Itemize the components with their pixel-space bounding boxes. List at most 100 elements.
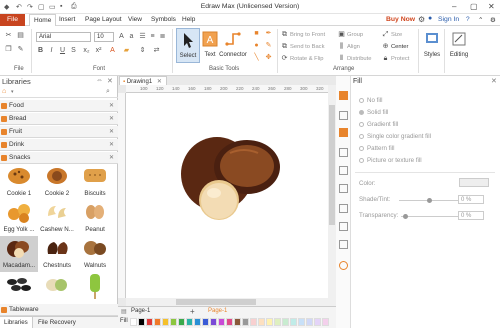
grow-font-icon[interactable]: A xyxy=(117,33,126,41)
fill-option-no-fill[interactable]: No fill xyxy=(359,97,382,104)
bring-to-front-button[interactable]: Bring to Front xyxy=(290,32,325,38)
category-food[interactable]: Food ✕ xyxy=(0,100,118,112)
fill-option-single-color-gradient[interactable]: Single color gradient fill xyxy=(359,133,431,140)
connector-button[interactable]: Connector xyxy=(218,28,248,63)
fill-option-picture-texture[interactable]: Picture or texture fill xyxy=(359,157,422,164)
color-swatch[interactable] xyxy=(162,318,169,326)
align-button[interactable]: Align xyxy=(347,44,360,50)
data-panel-icon[interactable] xyxy=(339,222,348,231)
close-category-icon[interactable]: ✕ xyxy=(109,141,114,148)
color-swatch[interactable] xyxy=(298,318,305,326)
editing-button[interactable]: Editing xyxy=(446,28,472,63)
panel-close-icon[interactable]: ✕ xyxy=(491,77,497,85)
color-swatch[interactable] xyxy=(274,318,281,326)
size-icon[interactable]: ⤢ xyxy=(381,31,390,39)
color-swatch[interactable] xyxy=(282,318,289,326)
color-swatch[interactable] xyxy=(194,318,201,326)
format-painter-icon[interactable]: ✎ xyxy=(16,46,25,54)
library-home-icon[interactable]: ⌂ xyxy=(2,88,6,95)
navigation-panel-icon[interactable] xyxy=(339,204,348,213)
panel-close-icon[interactable]: ✕ xyxy=(107,77,113,85)
pen-tool-icon[interactable]: ✒ xyxy=(264,30,273,38)
numbering-icon[interactable]: ≡ xyxy=(148,33,157,41)
center-icon[interactable]: ⊕ xyxy=(381,43,390,51)
bring-to-front-icon[interactable]: ⧉ xyxy=(280,31,289,39)
shape-popsicle[interactable] xyxy=(76,272,114,308)
move-icon[interactable]: ✥ xyxy=(264,54,273,62)
macadamia-drawing[interactable] xyxy=(126,93,328,298)
close-category-icon[interactable]: ✕ xyxy=(109,154,114,161)
bullets-icon[interactable]: ☰ xyxy=(138,33,147,41)
line-panel-icon[interactable] xyxy=(339,111,348,120)
category-fruit[interactable]: Fruit ✕ xyxy=(0,126,118,138)
shadow-panel-icon[interactable] xyxy=(339,128,348,137)
menu-home[interactable]: Home xyxy=(29,14,57,26)
menu-help[interactable]: Help xyxy=(182,16,195,23)
font-size-select[interactable]: 10 xyxy=(94,32,114,42)
highlight-icon[interactable]: ▰ xyxy=(122,47,131,55)
shape-cookie-1[interactable]: Cookie 1 xyxy=(0,164,38,200)
align-icon[interactable]: ⫼ xyxy=(337,43,346,51)
color-swatch[interactable] xyxy=(218,318,225,326)
shape-egg-yolk[interactable]: Egg Yolk ... xyxy=(0,200,38,236)
color-swatches[interactable] xyxy=(130,318,334,326)
help-icon[interactable]: ? xyxy=(466,16,470,23)
close-category-icon[interactable]: ✕ xyxy=(109,115,114,122)
minimize-icon[interactable]: – xyxy=(452,2,456,11)
protect-icon[interactable]: 🔒︎ xyxy=(381,55,390,63)
pencil-tool-icon[interactable]: ✎ xyxy=(264,42,273,50)
cut-icon[interactable]: ✂ xyxy=(4,32,13,40)
sign-in-link[interactable]: Sign In xyxy=(438,16,459,23)
transparency-knob[interactable] xyxy=(403,214,408,219)
fill-panel-icon[interactable] xyxy=(339,91,348,100)
menu-symbols[interactable]: Symbols xyxy=(151,16,176,23)
size-button[interactable]: Size xyxy=(391,32,402,38)
cart-icon[interactable]: ⚙ xyxy=(418,15,425,24)
add-page-icon[interactable]: + xyxy=(190,307,195,316)
strikethrough-icon[interactable]: S xyxy=(69,47,78,55)
buy-now-link[interactable]: Buy Now xyxy=(386,16,415,23)
menu-view[interactable]: View xyxy=(128,16,142,23)
page-nav-icon[interactable]: ▤ xyxy=(121,308,127,315)
color-swatch[interactable] xyxy=(250,318,257,326)
superscript-icon[interactable]: x² xyxy=(94,47,103,55)
color-swatch[interactable] xyxy=(210,318,217,326)
menu-page-layout[interactable]: Page Layout xyxy=(85,16,122,23)
shade-tint-knob[interactable] xyxy=(427,198,432,203)
help-panel-icon[interactable] xyxy=(339,261,348,270)
close-category-icon[interactable]: ✕ xyxy=(109,128,114,135)
close-category-icon[interactable]: ✕ xyxy=(109,102,114,109)
dropdown-icon[interactable]: ▾ xyxy=(11,89,14,95)
distribute-icon[interactable]: ⫴ xyxy=(337,55,346,63)
circle-shape-icon[interactable]: ● xyxy=(252,42,261,50)
text-color-icon[interactable]: A xyxy=(108,47,117,55)
rectangle-shape-icon[interactable]: ■ xyxy=(252,30,261,38)
fill-option-pattern-fill[interactable]: Pattern fill xyxy=(359,145,395,152)
category-drink[interactable]: Drink ✕ xyxy=(0,139,118,151)
shape-cashew-nut[interactable]: Cashew N... xyxy=(38,200,76,236)
select-button[interactable]: Select xyxy=(176,28,200,63)
group-button[interactable]: Group xyxy=(347,32,363,38)
comment-panel-icon[interactable] xyxy=(339,240,348,249)
horizontal-scrollbar[interactable] xyxy=(126,298,328,306)
page-tab[interactable]: Page-1 xyxy=(131,308,150,314)
layer-panel-icon[interactable] xyxy=(339,184,348,193)
subscript-icon[interactable]: x₂ xyxy=(82,47,91,55)
shape-biscuits[interactable]: Biscuits xyxy=(76,164,114,200)
text-direction-icon[interactable]: ⇄ xyxy=(152,47,161,55)
color-swatch[interactable] xyxy=(290,318,297,326)
shape-peanut[interactable]: Peanut xyxy=(76,200,114,236)
rotate-flip-button[interactable]: Rotate & Flip xyxy=(290,56,324,62)
scroll-thumb[interactable] xyxy=(176,299,256,305)
distribute-button[interactable]: Distribute xyxy=(347,56,371,62)
color-swatch[interactable] xyxy=(258,318,265,326)
send-to-back-icon[interactable]: ⧉ xyxy=(280,43,289,51)
line-spacing-icon[interactable]: ⇕ xyxy=(138,47,147,55)
menu-file[interactable]: File xyxy=(0,14,25,26)
color-swatch[interactable] xyxy=(322,318,329,326)
transparency-value[interactable]: 0 % xyxy=(458,211,484,220)
panel-options-icon[interactable]: ⇔ xyxy=(96,77,103,84)
library-search-bar[interactable]: ⌂ ▾ ⌕ xyxy=(0,87,118,98)
shrink-font-icon[interactable]: a xyxy=(127,33,136,41)
color-swatch[interactable] xyxy=(130,318,137,326)
